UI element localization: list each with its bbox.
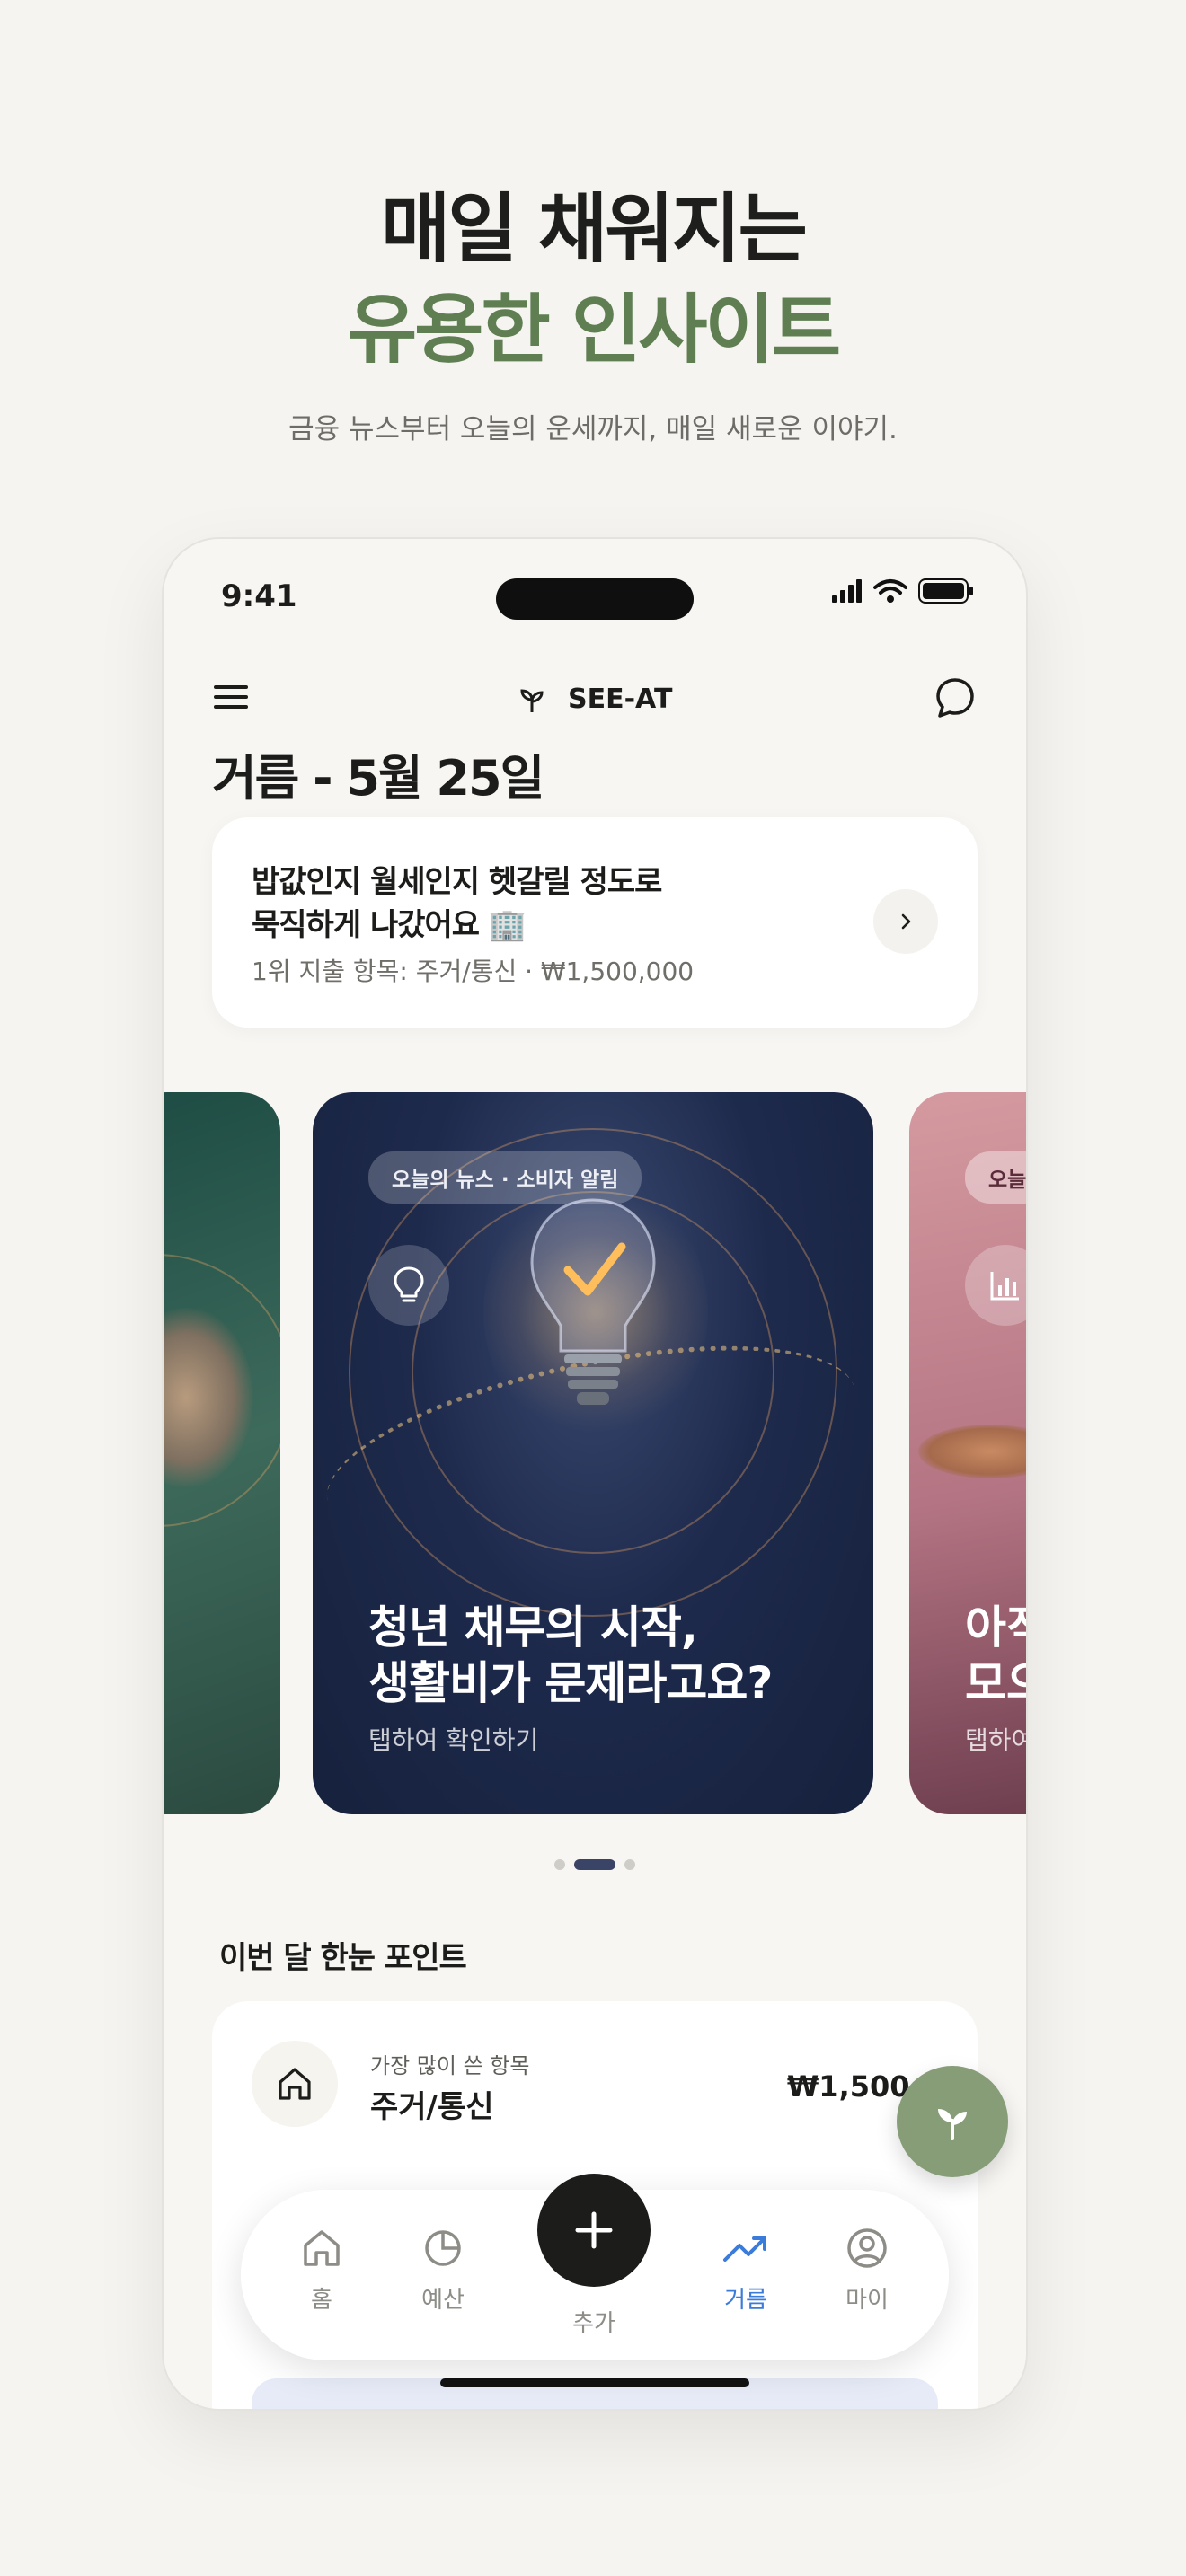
signal-icon [832, 579, 862, 603]
next-card-icon-badge [965, 1245, 1026, 1326]
bar-chart-icon [990, 1272, 1019, 1301]
nav-my[interactable]: 마이 [818, 2226, 916, 2315]
status-bar: 9:41 [164, 539, 1026, 647]
carousel-card-previous[interactable] [164, 1092, 280, 1814]
app-bar: SEE-AT [164, 665, 1026, 737]
card-decor [164, 1254, 280, 1527]
nav-budget-label: 예산 [421, 2287, 465, 2314]
plus-icon [575, 2211, 613, 2249]
hero-subtitle: 금융 뉴스부터 오늘의 운세까지, 매일 새로운 이야기. [288, 413, 898, 446]
hero-title-line2: 유용한 인사이트 [347, 286, 841, 374]
home-indicator[interactable] [440, 2378, 749, 2387]
next-card-tag: 오늘 [965, 1151, 1026, 1204]
chat-button[interactable] [933, 675, 978, 724]
top-item-value: 주거/통신 [370, 2089, 494, 2125]
status-time: 9:41 [221, 578, 297, 614]
card-title-line2: 생활비가 문제라고요? [368, 1657, 773, 1709]
dynamic-island [496, 578, 694, 620]
nav-my-label: 마이 [845, 2287, 889, 2314]
bottom-nav: 홈 예산 추가 거름 마이 [241, 2174, 949, 2360]
carousel-pagination [164, 1859, 1026, 1870]
summary-line2: 묵직하게 나갔어요 🏢 [252, 907, 527, 943]
status-icons [832, 578, 974, 604]
top-item-label: 가장 많이 쓴 항목 [370, 2053, 530, 2078]
card-cta: 탭하여 확인하기 [368, 1725, 539, 1755]
sprout-icon [520, 688, 544, 712]
chat-icon [936, 678, 974, 718]
card-image [918, 1425, 1026, 1478]
brand-name: SEE-AT [568, 684, 673, 715]
nav-fertilizer[interactable]: 거름 [696, 2226, 795, 2315]
nav-home-label: 홈 [311, 2287, 332, 2314]
battery-icon [918, 578, 973, 604]
nav-fertilizer-label: 거름 [724, 2287, 767, 2314]
page-title: 거름 - 5월 25일 [212, 750, 544, 807]
brand: SEE-AT [164, 683, 1026, 715]
page-dot[interactable] [554, 1859, 565, 1870]
nav-budget[interactable]: 예산 [394, 2226, 492, 2315]
section-title: 이번 달 한눈 포인트 [219, 1940, 467, 1976]
lightbulb-icon [394, 1266, 424, 1302]
trending-up-icon [723, 2236, 766, 2262]
nav-add-button[interactable] [537, 2174, 651, 2287]
card-icon-badge [368, 1245, 449, 1326]
nav-add-label: 추가 [572, 2310, 615, 2337]
nav-home[interactable]: 홈 [272, 2226, 371, 2315]
news-tag: 오늘의 뉴스 · 소비자 알림 [368, 1151, 642, 1204]
phone-frame: 9:41 SEE-AT 거름 - 5월 25일 밥값인지 월세인지 헷갈릴 정도… [162, 537, 1028, 2411]
house-icon [279, 2068, 311, 2100]
summary-meta: 1위 지출 항목: 주거/통신 · ₩1,500,000 [252, 957, 695, 986]
sprout-fab[interactable] [897, 2066, 1008, 2177]
summary-detail-button[interactable] [873, 889, 938, 954]
category-icon-badge [252, 2041, 338, 2127]
next-card-title-line2: 모으 [965, 1657, 1026, 1709]
sprout-icon [938, 2109, 967, 2140]
summary-line1: 밥값인지 월세인지 헷갈릴 정도로 [252, 864, 662, 900]
home-icon [304, 2230, 340, 2266]
hero-section: 매일 채워지는 유용한 인사이트 금융 뉴스부터 오늘의 운세까지, 매일 새로… [0, 180, 1186, 446]
chevron-right-icon [901, 913, 911, 930]
carousel-card-next[interactable]: 오늘 아직 모으 탭하여 [909, 1092, 1028, 1814]
user-icon [847, 2228, 887, 2268]
summary-card[interactable]: 밥값인지 월세인지 헷갈릴 정도로 묵직하게 나갔어요 🏢 1위 지출 항목: … [212, 817, 978, 1028]
wifi-icon [873, 579, 907, 603]
hero-title-line1: 매일 채워지는 [381, 185, 808, 273]
carousel-card-news[interactable]: 오늘의 뉴스 · 소비자 알림 청년 채무의 시작, 생활비가 문제라고요? 탭… [313, 1092, 873, 1814]
next-card-cta: 탭하여 [965, 1725, 1028, 1755]
lightbulb-illustration [530, 1198, 656, 1405]
page-dot-active[interactable] [574, 1859, 615, 1870]
page-dot[interactable] [624, 1859, 635, 1870]
pie-chart-icon [425, 2230, 461, 2266]
